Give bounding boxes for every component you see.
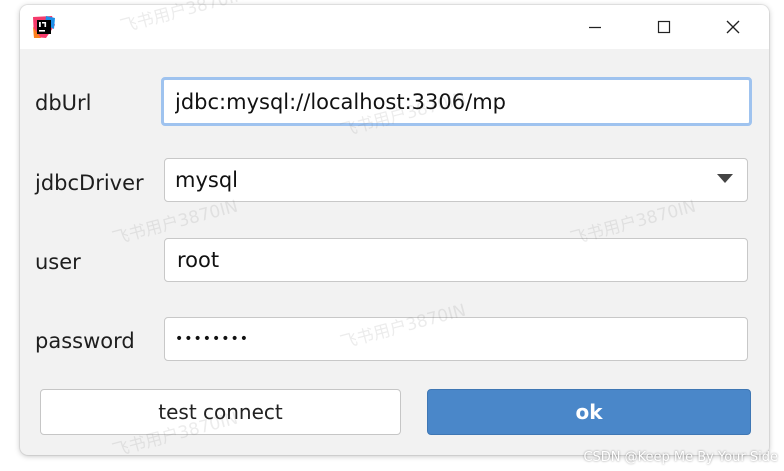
close-icon (726, 20, 740, 34)
user-label: user (35, 250, 81, 274)
title-bar[interactable] (20, 5, 769, 49)
intellij-idea-icon (33, 16, 55, 38)
test-connect-button[interactable]: test connect (40, 389, 401, 435)
password-label: password (35, 329, 135, 353)
db-url-label: dbUrl (35, 91, 92, 115)
screenshot-page: dbUrl jdbcDriver mysql user password tes… (0, 0, 784, 471)
minimize-button[interactable] (559, 5, 631, 49)
maximize-icon (657, 20, 671, 34)
user-input[interactable] (165, 239, 747, 281)
jdbc-driver-label: jdbcDriver (35, 171, 144, 195)
maximize-button[interactable] (628, 5, 700, 49)
jdbc-driver-selected-value: mysql (175, 168, 238, 192)
user-field-container (164, 238, 748, 282)
jdbc-driver-select[interactable]: mysql (164, 158, 748, 202)
db-url-field-container (161, 77, 752, 126)
chevron-down-icon[interactable] (717, 174, 733, 183)
db-url-input[interactable] (164, 80, 749, 123)
password-field-container (164, 317, 748, 361)
database-config-dialog: dbUrl jdbcDriver mysql user password tes… (20, 5, 769, 455)
password-input[interactable] (165, 318, 747, 360)
minimize-icon (589, 26, 601, 29)
close-button[interactable] (697, 5, 769, 49)
ok-button[interactable]: ok (427, 389, 751, 435)
source-credit: CSDN @Keep Me By Your Side (583, 450, 778, 465)
